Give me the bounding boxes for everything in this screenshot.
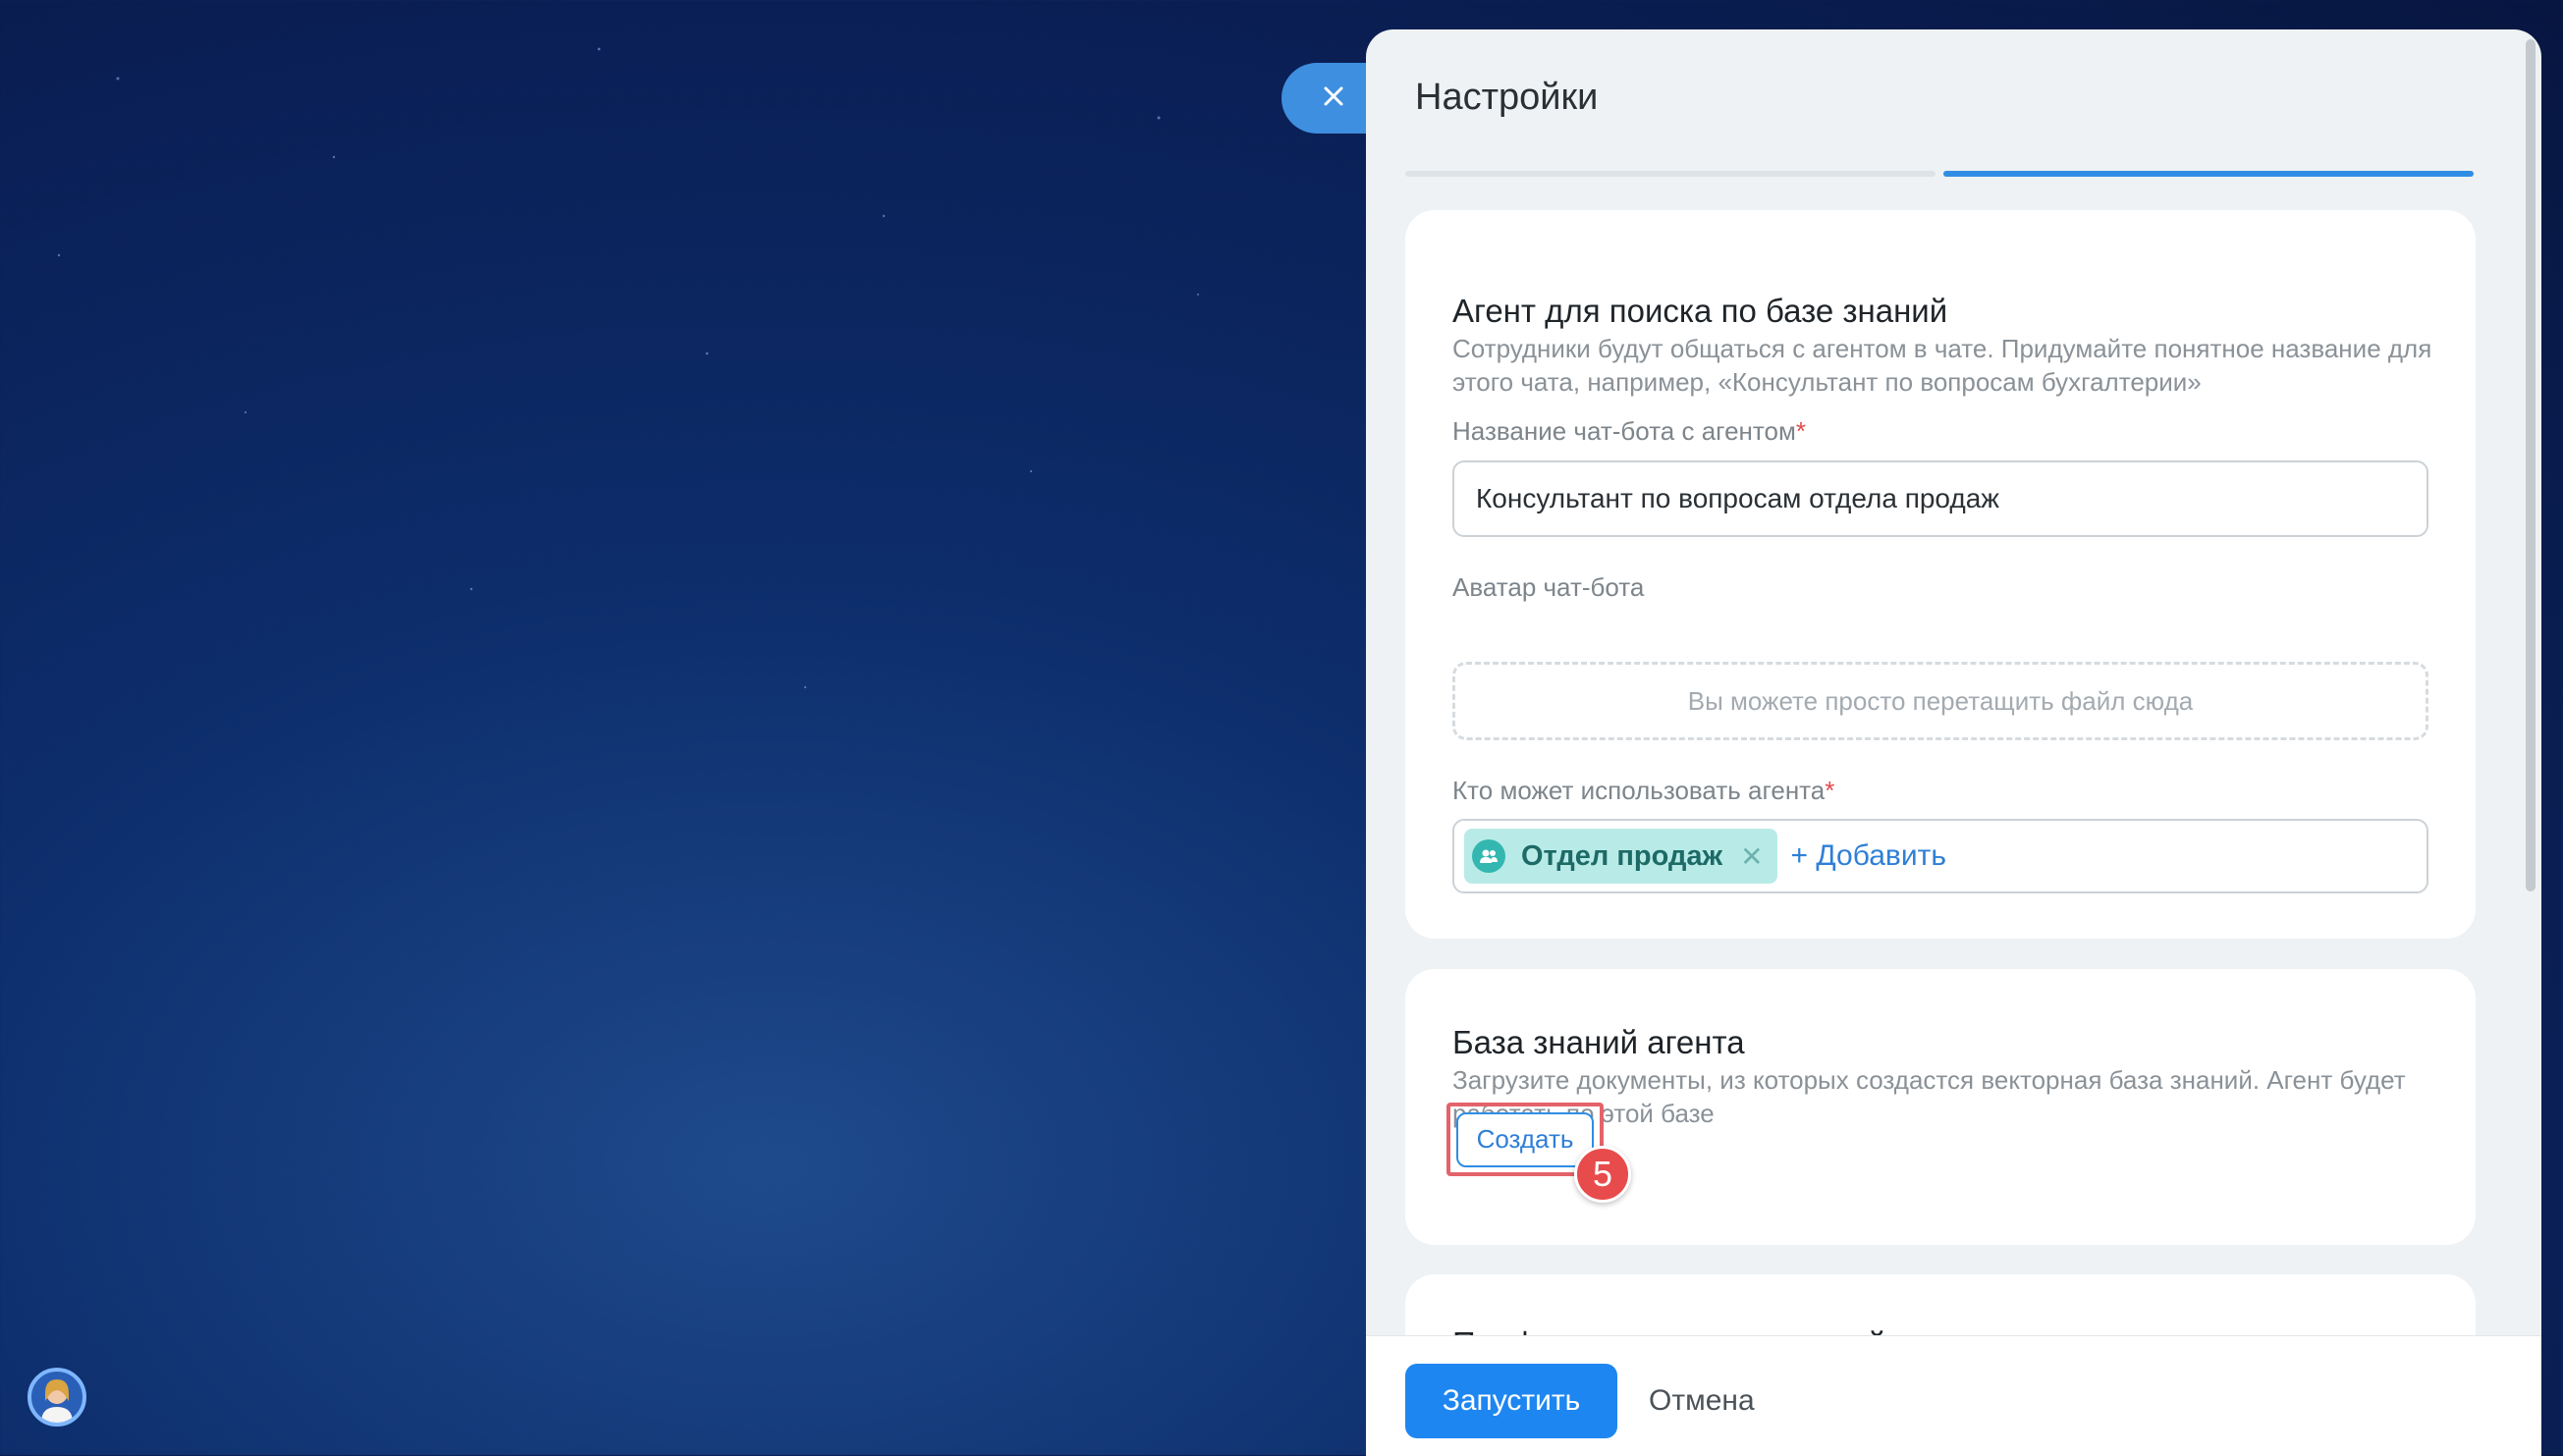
chatbot-name-label: Название чат-бота с агентом* (1452, 416, 1806, 446)
progress-step-2 (1943, 171, 2474, 177)
step-badge: 5 (1574, 1146, 1631, 1203)
close-panel-button[interactable] (1282, 63, 1380, 134)
user-avatar[interactable] (27, 1368, 86, 1427)
avatar-label: Аватар чат-бота (1452, 572, 1645, 602)
access-selector[interactable]: Отдел продаж ✕ + Добавить (1452, 819, 2428, 893)
avatar-dropzone[interactable]: Вы можете просто перетащить файл сюда (1452, 662, 2428, 740)
remove-tag-icon[interactable]: ✕ (1740, 840, 1763, 873)
cancel-button[interactable]: Отмена (1649, 1364, 1755, 1438)
agent-card-description: Сотрудники будут общаться с агентом в ча… (1452, 334, 2432, 397)
knowledge-card-title: База знаний агента (1452, 1024, 1745, 1060)
progress-step-1 (1405, 171, 1936, 177)
create-knowledge-base-button[interactable]: Создать (1456, 1111, 1594, 1167)
add-access-link[interactable]: + Добавить (1791, 839, 1946, 873)
group-icon (1472, 839, 1505, 873)
chatbot-name-input[interactable]: Консультант по вопросам отдела продаж (1452, 460, 2428, 537)
scrollbar[interactable] (2526, 39, 2536, 891)
agent-card-title: Агент для поиска по базе знаний (1452, 293, 1948, 329)
close-icon (1323, 85, 1344, 112)
page-title: Настройки (1415, 77, 1599, 118)
agent-card: Агент для поиска по базе знаний Сотрудни… (1405, 210, 2476, 939)
access-tag-label: Отдел продаж (1521, 839, 1723, 872)
access-label: Кто может использовать агента* (1452, 776, 1835, 805)
settings-panel: Настройки Агент для поиска по базе знани… (1366, 29, 2541, 1455)
launch-button[interactable]: Запустить (1405, 1364, 1617, 1438)
access-tag-sales: Отдел продаж ✕ (1464, 829, 1777, 884)
panel-footer: Запустить Отмена (1366, 1335, 2541, 1456)
